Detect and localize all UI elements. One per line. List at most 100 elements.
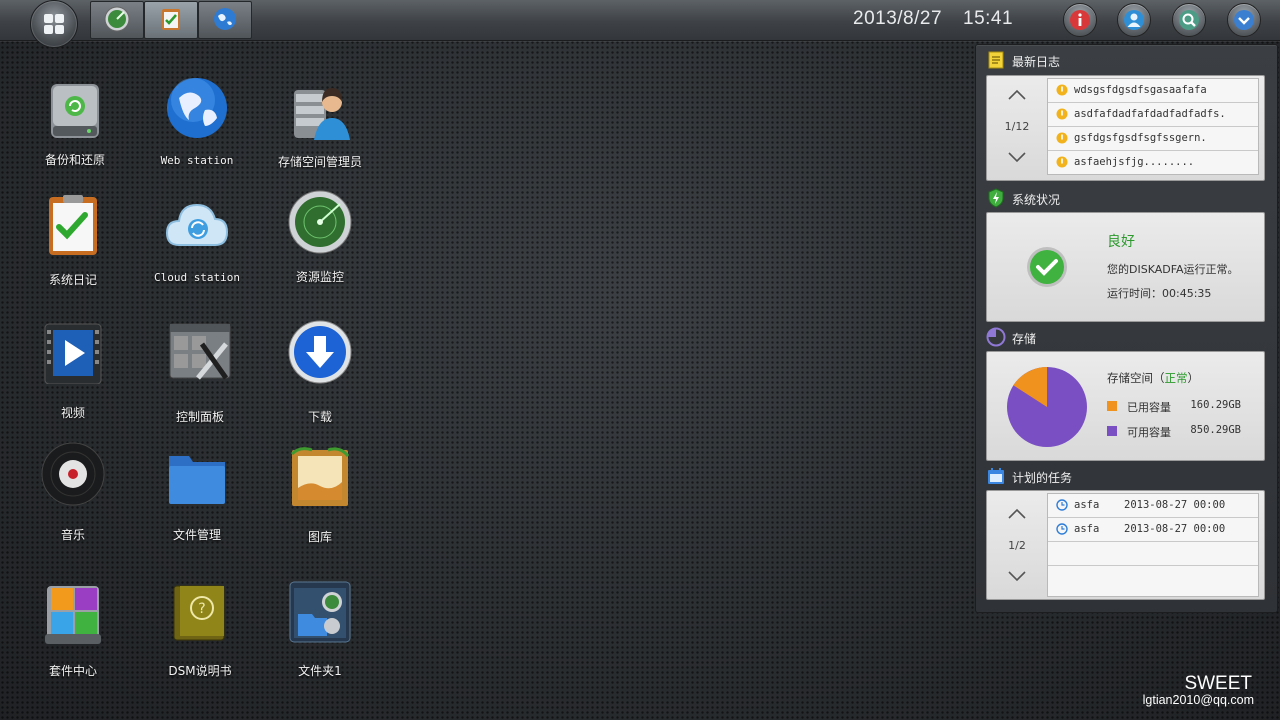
taskbar-app-system-log[interactable] bbox=[144, 1, 198, 39]
storage-pie-chart bbox=[1007, 367, 1087, 447]
desktop-icon-label: 图库 bbox=[307, 530, 332, 544]
log-entry[interactable]: asdfafdadfafdadfadfadfs. bbox=[1048, 103, 1258, 127]
chevron-down-icon[interactable] bbox=[1007, 150, 1027, 164]
video-player-icon bbox=[44, 323, 102, 384]
tasks-card: 1/2 asfa 2013-08-27 00:00 asfa 2013-08-2… bbox=[986, 490, 1265, 600]
log-list: wdsgsfdgsdfsgasaafafa asdfafdadfafdadfad… bbox=[1047, 78, 1259, 175]
date-display: 2013/8/27 bbox=[853, 8, 943, 29]
clock-icon bbox=[1056, 499, 1068, 511]
desktop-icon-label: 套件中心 bbox=[48, 664, 97, 678]
log-entry[interactable]: asfaehjsfjg........ bbox=[1048, 151, 1258, 174]
desktop-icon-label: 视频 bbox=[60, 406, 85, 420]
info-panel: 最新日志 1/12 wdsgsfdgsdfsgasaafafa asdfafda… bbox=[975, 44, 1278, 613]
log-entry-text: asdfafdadfafdadfadfadfs. bbox=[1074, 108, 1226, 120]
desktop-icon-label: DSM说明书 bbox=[168, 664, 232, 678]
storage-section-title: 存储 bbox=[1012, 332, 1037, 346]
taskbar: 2013/8/27 15:41 bbox=[0, 0, 1280, 41]
storage-space-ok: 正常 bbox=[1164, 371, 1188, 385]
log-entry[interactable]: wdsgsfdgsdfsgasaafafa bbox=[1048, 79, 1258, 103]
gauge-icon bbox=[104, 6, 130, 32]
clipboard-icon bbox=[162, 9, 180, 30]
status-card: 良好 您的DISKADFA运行正常。 运行时间：00:45:35 bbox=[986, 212, 1265, 322]
folder-window-icon bbox=[289, 581, 351, 643]
info-icon bbox=[1056, 156, 1068, 168]
control-panel-tools-icon bbox=[169, 323, 231, 380]
notepad-icon bbox=[988, 51, 1004, 69]
search-button[interactable] bbox=[1172, 3, 1206, 37]
log-entry-text: asfaehjsfjg........ bbox=[1074, 156, 1195, 168]
task-time: 2013-08-27 00:00 bbox=[1124, 499, 1226, 511]
status-state: 良好 bbox=[1107, 234, 1135, 250]
svg-text:?: ? bbox=[198, 601, 205, 617]
log-page-indicator: 1/12 bbox=[1004, 120, 1030, 133]
info-icon bbox=[1070, 10, 1090, 30]
chevron-down-icon[interactable] bbox=[1007, 569, 1027, 583]
info-button[interactable] bbox=[1063, 3, 1097, 37]
desktop-icon-label: 下载 bbox=[307, 410, 332, 424]
task-time: 2013-08-27 00:00 bbox=[1124, 523, 1226, 535]
taskbar-app-resource-monitor[interactable] bbox=[90, 1, 144, 39]
user-icon bbox=[1124, 10, 1144, 30]
log-entry-text: gsfdgsfgsdfsgfssgern. bbox=[1074, 132, 1207, 144]
menu-dropdown-button[interactable] bbox=[1227, 3, 1261, 37]
chevron-up-icon[interactable] bbox=[1007, 88, 1027, 102]
download-arrow-icon bbox=[288, 320, 352, 384]
calendar-icon bbox=[988, 468, 1004, 484]
task-name: asfa bbox=[1074, 523, 1100, 535]
tasks-section-title: 计划的任务 bbox=[1012, 471, 1073, 485]
task-item[interactable]: asfa 2013-08-27 00:00 bbox=[1048, 494, 1258, 518]
tasks-page-indicator: 1/2 bbox=[1008, 539, 1026, 552]
desktop-icon-label: 控制面板 bbox=[175, 410, 224, 424]
status-message: 您的DISKADFA运行正常。 bbox=[1107, 263, 1239, 276]
desktop-icon-label: 文件夹1 bbox=[298, 664, 342, 678]
help-book-icon: ? bbox=[173, 585, 225, 641]
tasks-pager: 1/2 bbox=[987, 491, 1047, 599]
time-display: 15:41 bbox=[963, 8, 1014, 29]
cloud-sync-icon bbox=[165, 203, 229, 246]
taskbar-app-web-station[interactable] bbox=[198, 1, 252, 39]
info-icon bbox=[1056, 108, 1068, 120]
used-label: 已用容量 bbox=[1127, 401, 1171, 414]
desktop-icon-label: Cloud station bbox=[153, 271, 241, 284]
storage-admin-icon bbox=[294, 88, 350, 140]
log-pager: 1/12 bbox=[987, 76, 1047, 180]
picture-frame-icon bbox=[290, 447, 350, 506]
chevron-up-icon[interactable] bbox=[1007, 507, 1027, 521]
start-menu-button[interactable] bbox=[30, 0, 78, 48]
free-value: 850.29GB bbox=[1190, 424, 1241, 436]
info-icon bbox=[1056, 84, 1068, 96]
log-card: 1/12 wdsgsfdgsdfsgasaafafa asdfafdadfafd… bbox=[986, 75, 1265, 181]
user-button[interactable] bbox=[1117, 3, 1151, 37]
globe-icon bbox=[214, 8, 236, 30]
package-center-icon bbox=[45, 586, 101, 644]
log-section-title: 最新日志 bbox=[1012, 55, 1061, 69]
desktop-icon-label: 系统日记 bbox=[48, 273, 97, 287]
tasks-list: asfa 2013-08-27 00:00 asfa 2013-08-27 00… bbox=[1047, 493, 1259, 597]
grid-icon bbox=[44, 14, 64, 34]
chevron-down-icon bbox=[1234, 10, 1254, 30]
log-entry[interactable]: gsfdgsfgsdfsgfssgern. bbox=[1048, 127, 1258, 151]
storage-used-row: 已用容量 160.29GB bbox=[1107, 399, 1257, 414]
storage-space-status: 存储空间（正常） bbox=[1107, 370, 1199, 386]
log-entry-text: wdsgsfdgsdfsgasaafafa bbox=[1074, 84, 1207, 96]
free-label: 可用容量 bbox=[1127, 426, 1171, 439]
clipboard-check-icon bbox=[49, 195, 97, 255]
desktop-icon-label: 音乐 bbox=[60, 528, 85, 542]
storage-space-label: 存储空间（ bbox=[1107, 371, 1165, 385]
pie-chart-icon bbox=[986, 327, 1006, 347]
used-value: 160.29GB bbox=[1190, 399, 1241, 411]
storage-card: 存储空间（正常） 已用容量 160.29GB 可用容量 850.29GB bbox=[986, 351, 1265, 461]
check-circle-icon bbox=[1027, 247, 1067, 287]
vinyl-record-icon bbox=[41, 442, 105, 506]
backup-drive-icon bbox=[51, 84, 99, 138]
task-item[interactable]: asfa 2013-08-27 00:00 bbox=[1048, 518, 1258, 542]
globe-icon bbox=[167, 78, 227, 138]
free-swatch bbox=[1107, 426, 1117, 436]
used-swatch bbox=[1107, 401, 1117, 411]
search-icon bbox=[1179, 10, 1199, 30]
author-email: lgtian2010@qq.com bbox=[1142, 693, 1254, 707]
folder-icon bbox=[169, 456, 225, 504]
desktop-icon-label: Web station bbox=[160, 154, 234, 167]
task-item-empty bbox=[1048, 566, 1258, 589]
task-item-empty bbox=[1048, 542, 1258, 566]
